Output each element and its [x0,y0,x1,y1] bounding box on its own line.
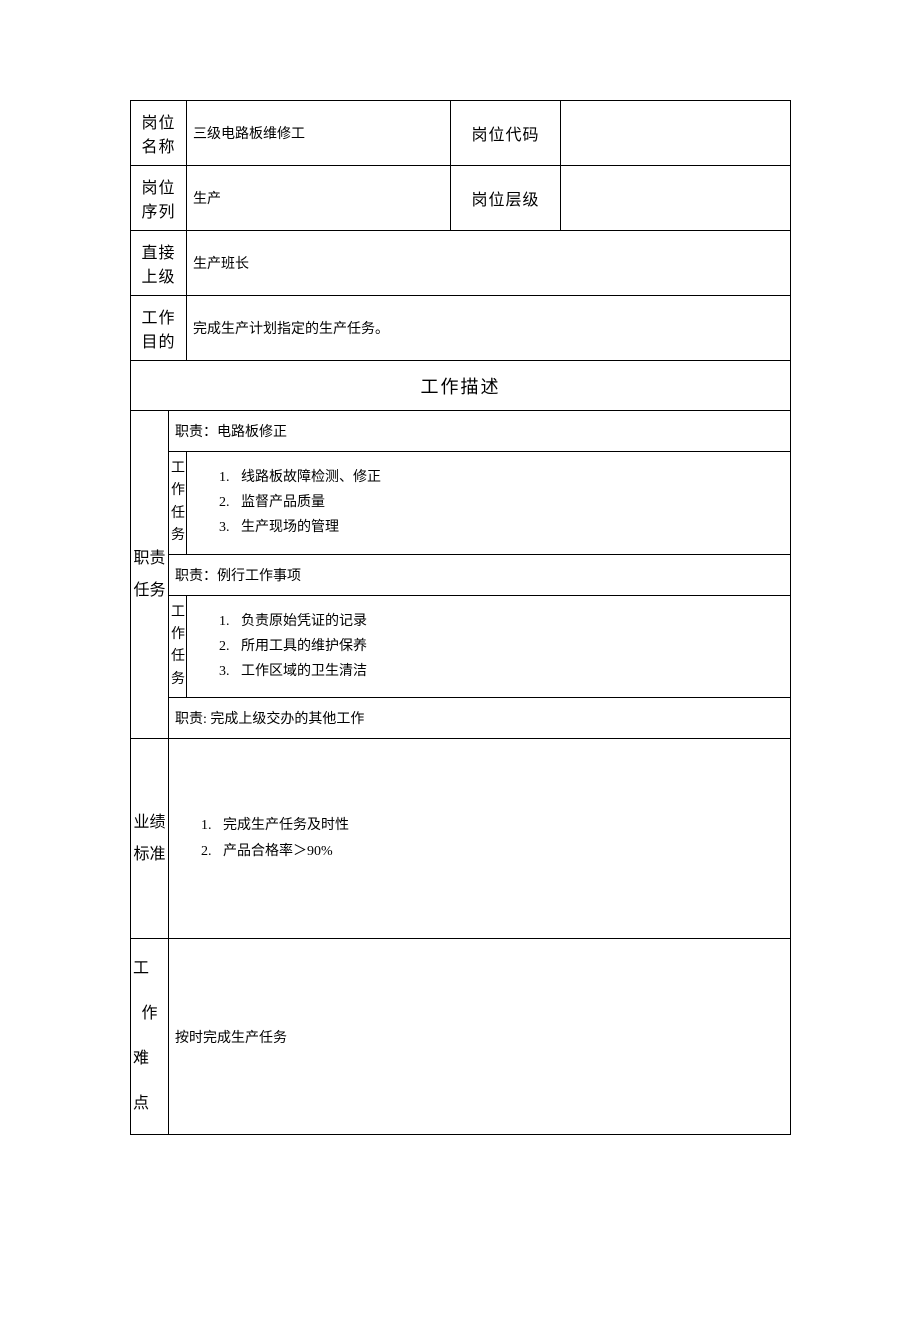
duty-1-text: 职责：电路板修正 [169,411,791,452]
row-tasks-1: 工作任务 线路板故障检测、修正 监督产品质量 生产现场的管理 [131,452,791,555]
row-work-purpose: 工作目的 完成生产计划指定的生产任务。 [131,296,791,361]
label-direct-supervisor: 直接上级 [131,231,187,296]
row-duty-1: 职责 任务 职责：电路板修正 [131,411,791,452]
row-difficulty: 工 作 难 点 按时完成生产任务 [131,939,791,1135]
row-duty-2: 职责：例行工作事项 [131,554,791,595]
tasks-1-list: 线路板故障检测、修正 监督产品质量 生产现场的管理 [187,452,791,555]
label-work-purpose: 工作目的 [131,296,187,361]
performance-list: 完成生产任务及时性 产品合格率＞90% [169,739,791,939]
job-description-table: 岗位名称 三级电路板维修工 岗位代码 岗位序列 生产 岗位层级 直接上级 生产班… [130,100,791,1135]
task-2-item-3: 工作区域的卫生清洁 [233,659,784,684]
duty-2-text: 职责：例行工作事项 [169,554,791,595]
label-position-code: 岗位代码 [451,101,561,166]
task-2-item-2: 所用工具的维护保养 [233,634,784,659]
perf-item-1: 完成生产任务及时性 [215,813,784,838]
label-position-name: 岗位名称 [131,101,187,166]
tasks-2-list: 负责原始凭证的记录 所用工具的维护保养 工作区域的卫生清洁 [187,595,791,698]
work-description-header: 工作描述 [131,361,791,411]
row-tasks-2: 工作任务 负责原始凭证的记录 所用工具的维护保养 工作区域的卫生清洁 [131,595,791,698]
task-1-item-3: 生产现场的管理 [233,515,784,540]
value-position-code [561,101,791,166]
row-position-series: 岗位序列 生产 岗位层级 [131,166,791,231]
perf-item-2: 产品合格率＞90% [215,839,784,864]
value-direct-supervisor: 生产班长 [187,231,791,296]
difficulty-value: 按时完成生产任务 [169,939,791,1135]
row-direct-supervisor: 直接上级 生产班长 [131,231,791,296]
label-duties-tasks: 职责 任务 [131,411,169,739]
value-work-purpose: 完成生产计划指定的生产任务。 [187,296,791,361]
label-task-2: 工作任务 [169,595,187,698]
label-performance: 业绩 标准 [131,739,169,939]
task-2-item-1: 负责原始凭证的记录 [233,609,784,634]
duty-3-text: 职责: 完成上级交办的其他工作 [169,698,791,739]
value-position-series: 生产 [187,166,451,231]
value-position-name: 三级电路板维修工 [187,101,451,166]
row-duty-3: 职责: 完成上级交办的其他工作 [131,698,791,739]
label-position-level: 岗位层级 [451,166,561,231]
label-difficulty: 工 作 难 点 [131,939,169,1135]
label-position-series: 岗位序列 [131,166,187,231]
label-task-1: 工作任务 [169,452,187,555]
task-1-item-2: 监督产品质量 [233,490,784,515]
row-desc-header: 工作描述 [131,361,791,411]
row-position-name: 岗位名称 三级电路板维修工 岗位代码 [131,101,791,166]
value-position-level [561,166,791,231]
row-performance: 业绩 标准 完成生产任务及时性 产品合格率＞90% [131,739,791,939]
task-1-item-1: 线路板故障检测、修正 [233,465,784,490]
